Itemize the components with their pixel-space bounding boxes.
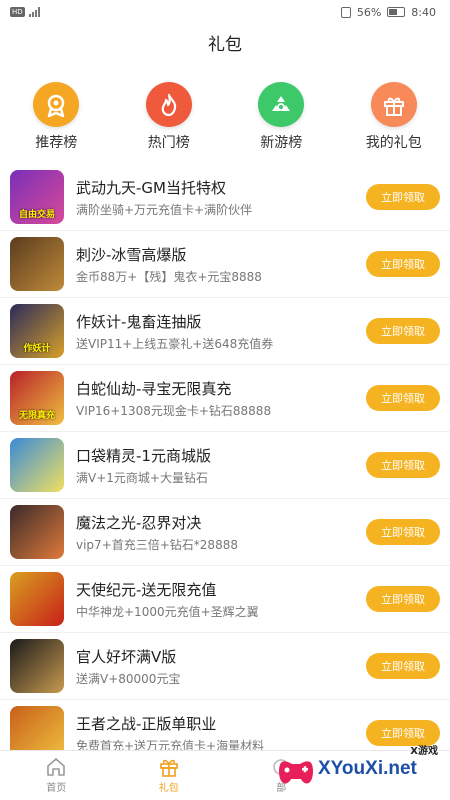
page-title: 礼包	[208, 35, 242, 55]
gift-description: 送满V+80000元宝	[76, 671, 181, 686]
gift-title: 官人好坏满V版	[76, 647, 177, 666]
gift-description: 满V+1元商城+大量钻石	[76, 470, 208, 485]
category-hot[interactable]: 热门榜	[113, 82, 226, 152]
gift-row[interactable]: 天使纪元-送无限充值 中华神龙+1000元充值+圣辉之翼 立即领取	[0, 566, 450, 633]
gift-list: 自由交易 武动九天-GM当托特权 满阶坐骑+万元充值卡+满阶伙伴 立即领取 刺沙…	[0, 164, 450, 767]
claim-button[interactable]: 立即领取	[366, 586, 440, 612]
claim-button[interactable]: 立即领取	[366, 653, 440, 679]
claim-button[interactable]: 立即领取	[366, 519, 440, 545]
battery-icon	[387, 7, 406, 17]
tab-home[interactable]: 首页	[0, 751, 113, 800]
watermark: X游戏 XYouXi.net	[268, 738, 450, 800]
gift-info: 魔法之光-忍界对决 vip7+首充三倍+钻石*28888	[76, 512, 360, 553]
gift-row[interactable]: 刺沙-冰雪高爆版 金币88万+【残】鬼衣+元宝8888 立即领取	[0, 231, 450, 298]
recycle-icon	[258, 82, 305, 127]
category-recommend[interactable]: 推荐榜	[0, 82, 113, 152]
gift-title: 王者之战-正版单职业	[76, 714, 217, 733]
gift-row[interactable]: 无限真充 白蛇仙劫-寻宝无限真充 VIP16+1308元现金卡+钻石88888 …	[0, 365, 450, 432]
gift-info: 天使纪元-送无限充值 中华神龙+1000元充值+圣辉之翼	[76, 579, 360, 620]
watermark-text: XYouXi.net	[318, 758, 417, 779]
claim-button[interactable]: 立即领取	[366, 452, 440, 478]
home-icon	[47, 758, 66, 776]
tab-gifts[interactable]: 礼包	[113, 751, 226, 800]
game-icon	[10, 438, 64, 492]
status-left: HD	[10, 7, 40, 17]
gift-row[interactable]: 官人好坏满V版 送满V+80000元宝 立即领取	[0, 633, 450, 700]
game-icon-tag: 自由交易	[18, 210, 55, 220]
gift-title: 口袋精灵-1元商城版	[76, 446, 211, 465]
gift-info: 刺沙-冰雪高爆版 金币88万+【残】鬼衣+元宝8888	[76, 244, 360, 285]
gift-row[interactable]: 自由交易 武动九天-GM当托特权 满阶坐骑+万元充值卡+满阶伙伴 立即领取	[0, 164, 450, 231]
category-bar: 推荐榜 热门榜 新游榜 我的礼包	[0, 82, 450, 152]
category-my-gifts[interactable]: 我的礼包	[338, 82, 450, 152]
gift-description: 金币88万+【残】鬼衣+元宝8888	[76, 269, 262, 284]
gift-title: 白蛇仙劫-寻宝无限真充	[76, 379, 232, 398]
game-icon	[10, 639, 64, 693]
clock: 8:40	[411, 5, 436, 19]
game-icon	[10, 572, 64, 626]
status-bar: HD 56% 8:40	[0, 0, 450, 24]
gift-description: 中华神龙+1000元充值+圣辉之翼	[76, 604, 259, 619]
gift-title: 刺沙-冰雪高爆版	[76, 245, 187, 264]
recommend-icon	[33, 82, 80, 127]
game-icon	[10, 505, 64, 559]
game-icon: 作妖计	[10, 304, 64, 358]
gift-title: 武动九天-GM当托特权	[76, 178, 226, 197]
game-icon-tag: 无限真充	[18, 411, 55, 421]
claim-button[interactable]: 立即领取	[366, 385, 440, 411]
gift-box-icon	[370, 82, 417, 127]
game-icon-tag: 作妖计	[23, 344, 51, 354]
vibrate-icon	[340, 6, 351, 18]
gift-description: VIP16+1308元现金卡+钻石88888	[76, 403, 272, 418]
hd-badge: HD	[10, 7, 25, 17]
signal-icon	[28, 7, 40, 17]
status-right: 56% 8:40	[340, 5, 436, 19]
category-label: 新游榜	[260, 135, 303, 151]
category-new[interactable]: 新游榜	[225, 82, 338, 152]
gift-info: 武动九天-GM当托特权 满阶坐骑+万元充值卡+满阶伙伴	[76, 177, 360, 218]
gift-title: 作妖计-鬼畜连抽版	[76, 312, 202, 331]
gift-row[interactable]: 口袋精灵-1元商城版 满V+1元商城+大量钻石 立即领取	[0, 432, 450, 499]
game-icon	[10, 237, 64, 291]
gift-row[interactable]: 作妖计 作妖计-鬼畜连抽版 送VIP11+上线五豪礼+送648充值券 立即领取	[0, 298, 450, 365]
gift-title: 天使纪元-送无限充值	[76, 580, 217, 599]
claim-button[interactable]: 立即领取	[366, 184, 440, 210]
category-label: 我的礼包	[365, 135, 422, 151]
battery-percent: 56%	[356, 5, 382, 19]
game-icon: 自由交易	[10, 170, 64, 224]
category-label: 热门榜	[147, 135, 190, 151]
gift-row[interactable]: 魔法之光-忍界对决 vip7+首充三倍+钻石*28888 立即领取	[0, 499, 450, 566]
gift-info: 作妖计-鬼畜连抽版 送VIP11+上线五豪礼+送648充值券	[76, 311, 360, 352]
gift-description: 送VIP11+上线五豪礼+送648充值券	[76, 336, 274, 351]
claim-button[interactable]: 立即领取	[366, 251, 440, 277]
claim-button[interactable]: 立即领取	[366, 318, 440, 344]
gift-description: 满阶坐骑+万元充值卡+满阶伙伴	[76, 202, 253, 217]
game-icon: 无限真充	[10, 371, 64, 425]
gift-info: 白蛇仙劫-寻宝无限真充 VIP16+1308元现金卡+钻石88888	[76, 378, 360, 419]
gift-info: 口袋精灵-1元商城版 满V+1元商城+大量钻石	[76, 445, 360, 486]
gift-icon	[159, 759, 178, 777]
gamepad-logo-icon	[279, 761, 313, 784]
tab-label: 首页	[46, 783, 67, 794]
watermark-small-text: X游戏	[410, 746, 438, 757]
gift-title: 魔法之光-忍界对决	[76, 513, 202, 532]
tab-label: 礼包	[158, 783, 179, 794]
gift-info: 官人好坏满V版 送满V+80000元宝	[76, 646, 360, 687]
gift-description: vip7+首充三倍+钻石*28888	[76, 537, 238, 552]
category-label: 推荐榜	[35, 135, 78, 151]
flame-icon	[145, 82, 192, 127]
